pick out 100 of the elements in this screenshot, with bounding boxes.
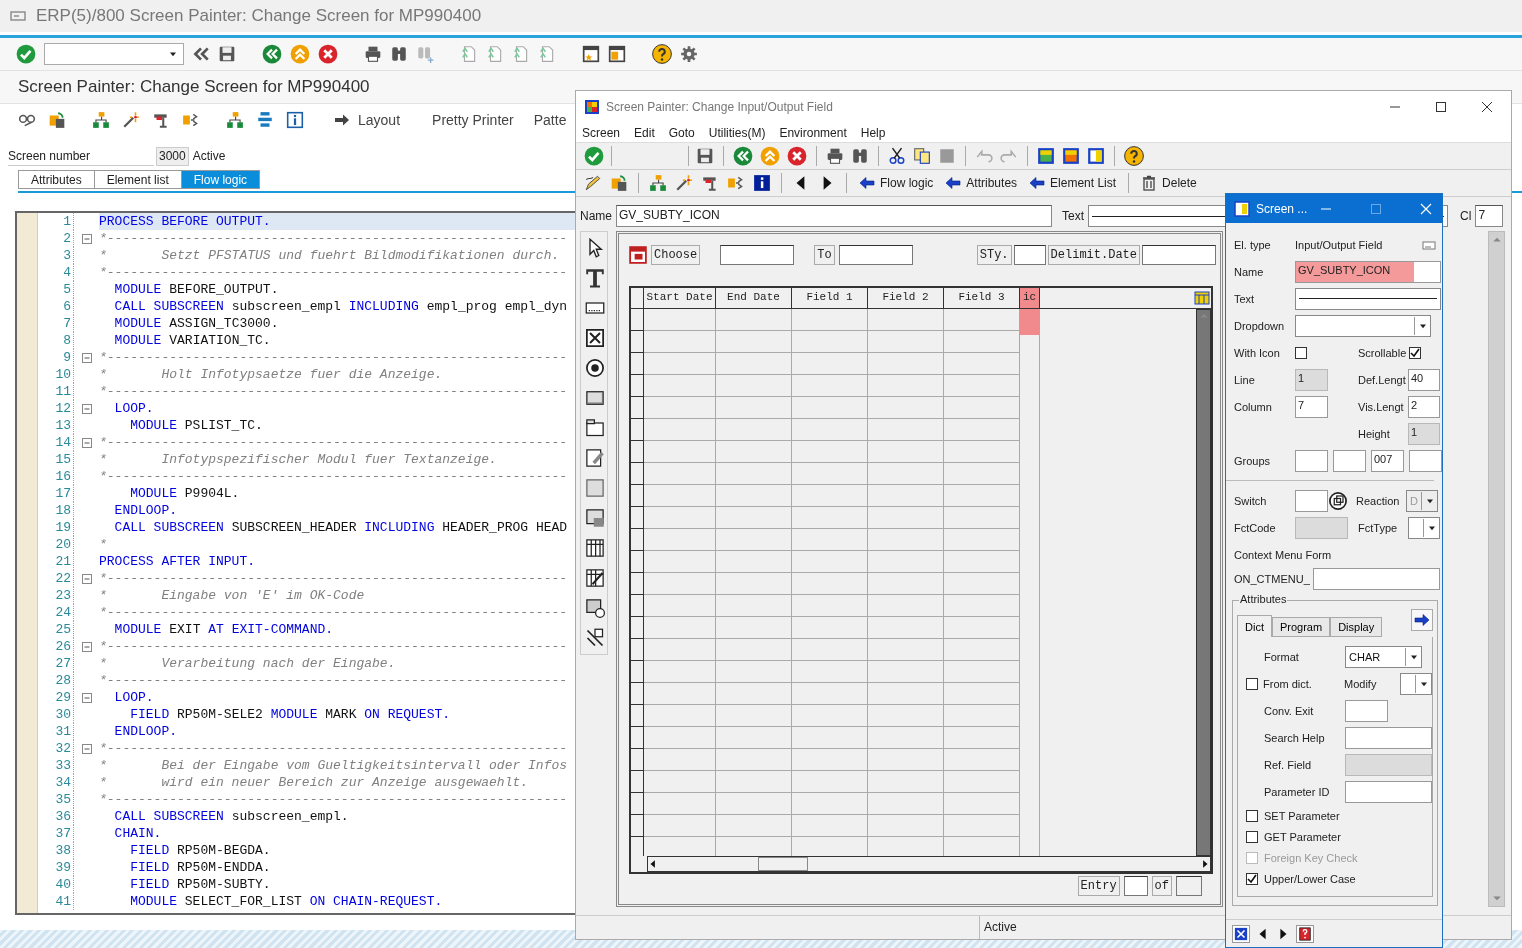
info-icon[interactable] bbox=[753, 174, 771, 192]
tab[interactable]: Flow logic bbox=[181, 170, 261, 189]
subscreen-icon[interactable] bbox=[585, 508, 605, 528]
clamp-icon[interactable] bbox=[152, 111, 170, 129]
hierarchy-icon[interactable] bbox=[649, 174, 667, 192]
group-field[interactable] bbox=[1409, 449, 1442, 472]
column-field[interactable]: 7 bbox=[1475, 205, 1504, 227]
checkbox[interactable] bbox=[1409, 346, 1421, 359]
dropdown[interactable]: CHAR bbox=[1345, 645, 1422, 668]
screen-icon[interactable] bbox=[1062, 147, 1080, 165]
copy-icon[interactable] bbox=[1328, 490, 1348, 511]
screen-icon[interactable] bbox=[1037, 147, 1055, 165]
trash-icon[interactable] bbox=[1141, 175, 1158, 191]
command-field[interactable] bbox=[611, 146, 689, 166]
toolbar-button[interactable]: Flow logic bbox=[857, 175, 936, 191]
tab[interactable]: Display bbox=[1330, 617, 1383, 637]
checkbox[interactable] bbox=[1246, 872, 1258, 885]
check-icon[interactable] bbox=[16, 44, 36, 64]
info-icon[interactable] bbox=[286, 111, 304, 129]
help-icon[interactable] bbox=[1124, 146, 1144, 166]
save-icon[interactable] bbox=[218, 45, 236, 63]
window-icon[interactable] bbox=[608, 45, 626, 63]
tab-icon[interactable] bbox=[585, 418, 605, 438]
branch-icon[interactable] bbox=[182, 111, 200, 129]
checkbox[interactable] bbox=[1295, 346, 1307, 359]
radio-icon[interactable] bbox=[585, 358, 605, 378]
input-field[interactable] bbox=[1123, 876, 1148, 896]
arrow-icon[interactable] bbox=[945, 175, 962, 191]
input-field[interactable] bbox=[720, 245, 795, 265]
toolbar-button[interactable]: Delete bbox=[1139, 175, 1199, 191]
cancel-icon[interactable] bbox=[318, 44, 338, 64]
custom-control-icon[interactable] bbox=[585, 598, 605, 618]
checkbox[interactable] bbox=[1246, 677, 1258, 690]
branch-icon[interactable] bbox=[727, 174, 745, 192]
hierarchy-icon[interactable] bbox=[226, 111, 244, 129]
help-icon[interactable] bbox=[652, 44, 672, 64]
push-button-icon[interactable] bbox=[585, 388, 605, 408]
collapse-icon[interactable] bbox=[80, 436, 93, 449]
collapse-icon[interactable] bbox=[80, 572, 93, 585]
tab[interactable]: Dict bbox=[1237, 615, 1272, 637]
tab[interactable]: Element list bbox=[94, 170, 182, 189]
calendar-icon[interactable] bbox=[629, 246, 647, 264]
checkbox[interactable] bbox=[1246, 830, 1258, 843]
maximize-icon[interactable] bbox=[1433, 99, 1449, 115]
menu-item[interactable]: Screen bbox=[582, 125, 621, 140]
arrow-icon[interactable] bbox=[334, 112, 350, 128]
tab[interactable]: Attributes bbox=[18, 170, 95, 189]
input-field[interactable] bbox=[1013, 245, 1046, 265]
toolbar-button[interactable]: Attributes bbox=[943, 175, 1020, 191]
edit-icon[interactable] bbox=[585, 448, 605, 468]
collapse-icon[interactable] bbox=[80, 232, 93, 245]
number-field[interactable]: 7 bbox=[1295, 395, 1328, 418]
app-icon[interactable] bbox=[1234, 200, 1250, 217]
menu-item[interactable]: Utilities(M) bbox=[708, 125, 766, 140]
text-field[interactable] bbox=[1295, 287, 1441, 310]
caret-left-icon[interactable] bbox=[648, 859, 658, 869]
save-icon[interactable] bbox=[696, 147, 714, 165]
arrow-icon[interactable] bbox=[1029, 175, 1046, 191]
hierarchy-icon[interactable] bbox=[92, 111, 110, 129]
table-settings-icon[interactable] bbox=[1194, 290, 1210, 306]
toolbar-button[interactable]: Element List bbox=[1027, 175, 1119, 191]
squares-icon[interactable] bbox=[610, 174, 628, 192]
arrow-icon[interactable] bbox=[859, 175, 875, 191]
clamp-icon[interactable] bbox=[701, 174, 719, 192]
input-field[interactable] bbox=[838, 245, 913, 265]
binoculars-icon[interactable] bbox=[390, 45, 408, 63]
wand-icon[interactable] bbox=[122, 111, 140, 129]
wand-icon[interactable] bbox=[675, 174, 693, 192]
group-field[interactable] bbox=[1333, 449, 1366, 472]
toolbar-button[interactable]: Layout bbox=[330, 110, 405, 130]
check-icon[interactable] bbox=[584, 146, 604, 166]
collapse-icon[interactable] bbox=[80, 640, 93, 653]
pencil-icon[interactable] bbox=[584, 174, 602, 192]
cancel-icon[interactable] bbox=[787, 146, 807, 166]
table-icon[interactable] bbox=[585, 538, 605, 558]
back-icon[interactable] bbox=[733, 146, 753, 166]
name-field[interactable]: GV_SUBTY_ICON bbox=[616, 205, 1052, 227]
toolbar-button[interactable]: Patte bbox=[529, 110, 571, 130]
text-icon[interactable] bbox=[585, 268, 605, 288]
stack-icon[interactable] bbox=[256, 111, 274, 129]
collapse-icon[interactable] bbox=[80, 351, 93, 364]
toolbar-button[interactable]: Pretty Printer bbox=[428, 110, 518, 130]
input-field[interactable] bbox=[1345, 780, 1432, 803]
frame-icon[interactable] bbox=[585, 478, 605, 498]
scrollbar[interactable] bbox=[647, 856, 1211, 872]
checkbox-icon[interactable] bbox=[585, 328, 605, 348]
collapse-icon[interactable] bbox=[80, 691, 93, 704]
tab[interactable]: Program bbox=[1271, 617, 1331, 637]
close-icon[interactable] bbox=[1479, 99, 1495, 115]
number-field[interactable]: 2 bbox=[1408, 395, 1440, 418]
settings-icon[interactable] bbox=[680, 45, 698, 63]
status-icon[interactable] bbox=[585, 628, 605, 648]
menu-item[interactable]: Environment bbox=[779, 125, 847, 140]
group-field[interactable] bbox=[1295, 449, 1328, 472]
menu-item[interactable]: Goto bbox=[668, 125, 695, 140]
switch-field[interactable] bbox=[1295, 489, 1328, 512]
back-icon[interactable] bbox=[262, 44, 282, 64]
column-header[interactable]: ic bbox=[1020, 288, 1040, 308]
collapse-icon[interactable] bbox=[80, 402, 93, 415]
binoculars-icon[interactable] bbox=[851, 147, 869, 165]
